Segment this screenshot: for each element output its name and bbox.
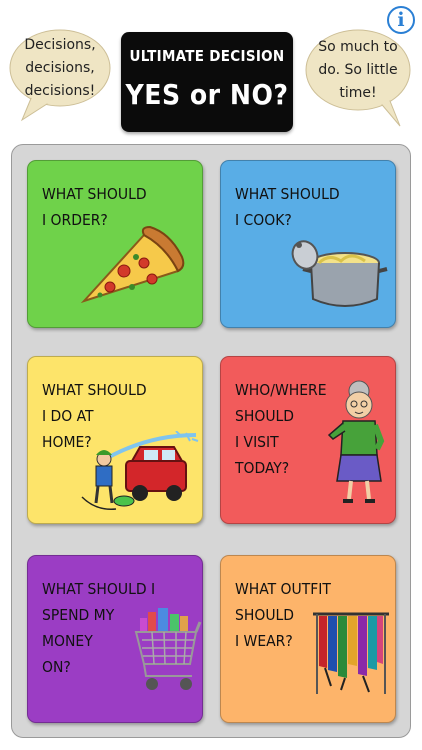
card-what-to-do-at-home[interactable]: WHAT SHOULD I DO AT HOME? [27, 356, 203, 524]
info-button[interactable]: i [387, 6, 415, 34]
shopping-cart-icon [134, 608, 202, 690]
left-bubble-text: Decisions, decisions, decisions! [24, 36, 96, 99]
card-label: WHAT SHOULD I COOK? [235, 185, 340, 229]
cooking-pot-icon [291, 240, 388, 307]
pizza-icon [80, 225, 185, 304]
card-who-to-visit[interactable]: WHO/WHERE SHOULD I VISIT TODAY? [220, 356, 396, 524]
right-speech-bubble: So much to do. So little time! [304, 26, 412, 128]
clothes-rack-icon [313, 612, 389, 694]
title-line2: YES or NO? [125, 78, 289, 111]
right-bubble-text: So much to do. So little time! [318, 38, 398, 101]
title-line1: ULTIMATE DECISION [129, 47, 285, 65]
card-what-to-order[interactable]: WHAT SHOULD I ORDER? [27, 160, 203, 328]
car-wash-icon [81, 431, 199, 510]
title-box: ULTIMATE DECISION YES or NO? [121, 32, 293, 132]
card-what-to-cook[interactable]: WHAT SHOULD I COOK? [220, 160, 396, 328]
card-what-outfit[interactable]: WHAT OUTFIT SHOULD I WEAR? [220, 555, 396, 723]
header: Decisions, decisions, decisions! ULTIMAT… [0, 0, 422, 140]
card-spend-money[interactable]: WHAT SHOULD I SPEND MY MONEY ON? [27, 555, 203, 723]
left-speech-bubble: Decisions, decisions, decisions! [8, 26, 112, 122]
grandma-icon [327, 380, 385, 503]
